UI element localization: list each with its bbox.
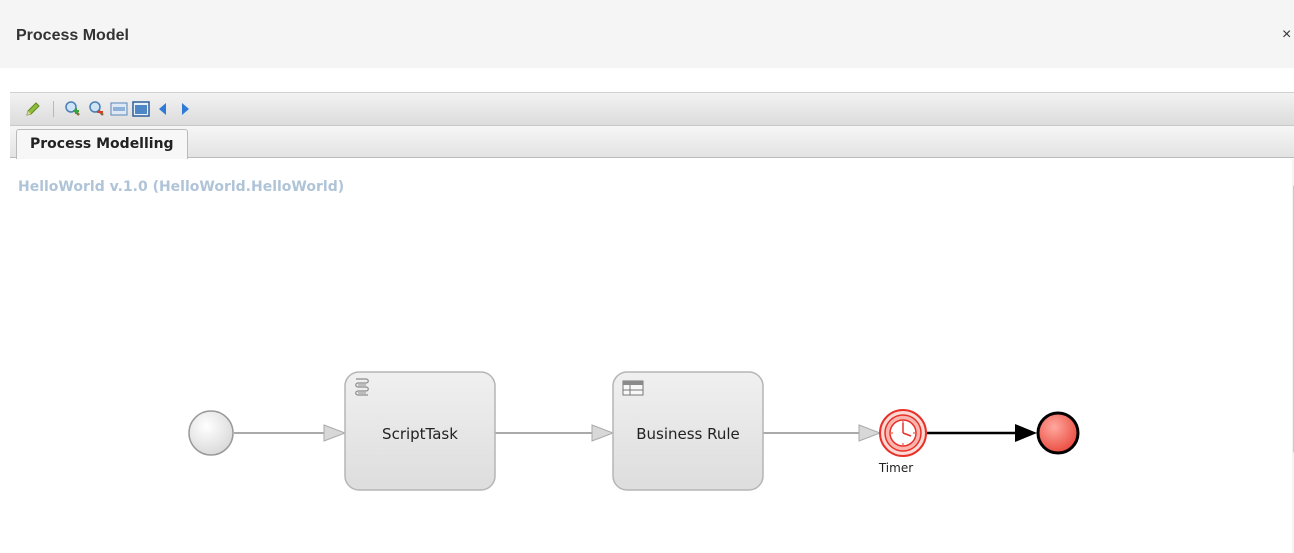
diagram-canvas[interactable]: HelloWorld v.1.0 (HelloWorld.HelloWorld) <box>10 159 1294 553</box>
business-rule-label: Business Rule <box>636 425 740 443</box>
script-task-node[interactable]: ScriptTask <box>344 371 496 491</box>
tab-bar: Process Modelling <box>10 126 1294 159</box>
table-icon <box>622 380 644 396</box>
script-task-label: ScriptTask <box>382 425 458 443</box>
clock-icon <box>889 419 917 447</box>
pencil-icon[interactable] <box>24 100 42 118</box>
sequence-flow-1[interactable] <box>234 424 347 442</box>
business-rule-node[interactable]: Business Rule <box>612 371 764 491</box>
toolbar-separator <box>53 101 54 117</box>
timer-label: Timer <box>878 461 913 475</box>
dialog-header: Process Model × <box>0 0 1294 68</box>
tab-process-modelling[interactable]: Process Modelling <box>16 129 188 159</box>
end-event[interactable] <box>1036 411 1080 455</box>
zoom-in-icon[interactable] <box>64 100 82 118</box>
sequence-flow-4[interactable] <box>927 424 1037 442</box>
start-event[interactable] <box>188 410 234 456</box>
zoom-out-icon[interactable] <box>88 100 106 118</box>
sequence-flow-3[interactable] <box>763 424 882 442</box>
actual-size-icon[interactable] <box>110 100 128 118</box>
timer-event[interactable] <box>879 409 927 457</box>
diagram-toolbar <box>10 92 1294 126</box>
fit-to-window-icon[interactable] <box>132 100 150 118</box>
close-button[interactable]: × <box>1282 26 1291 44</box>
process-diagram: ScriptTask Business Rule Timer <box>188 371 1080 491</box>
arrow-left-icon[interactable] <box>154 100 172 118</box>
sequence-flow-2[interactable] <box>495 424 615 442</box>
arrow-right-icon[interactable] <box>176 100 194 118</box>
dialog-title: Process Model <box>16 27 129 44</box>
